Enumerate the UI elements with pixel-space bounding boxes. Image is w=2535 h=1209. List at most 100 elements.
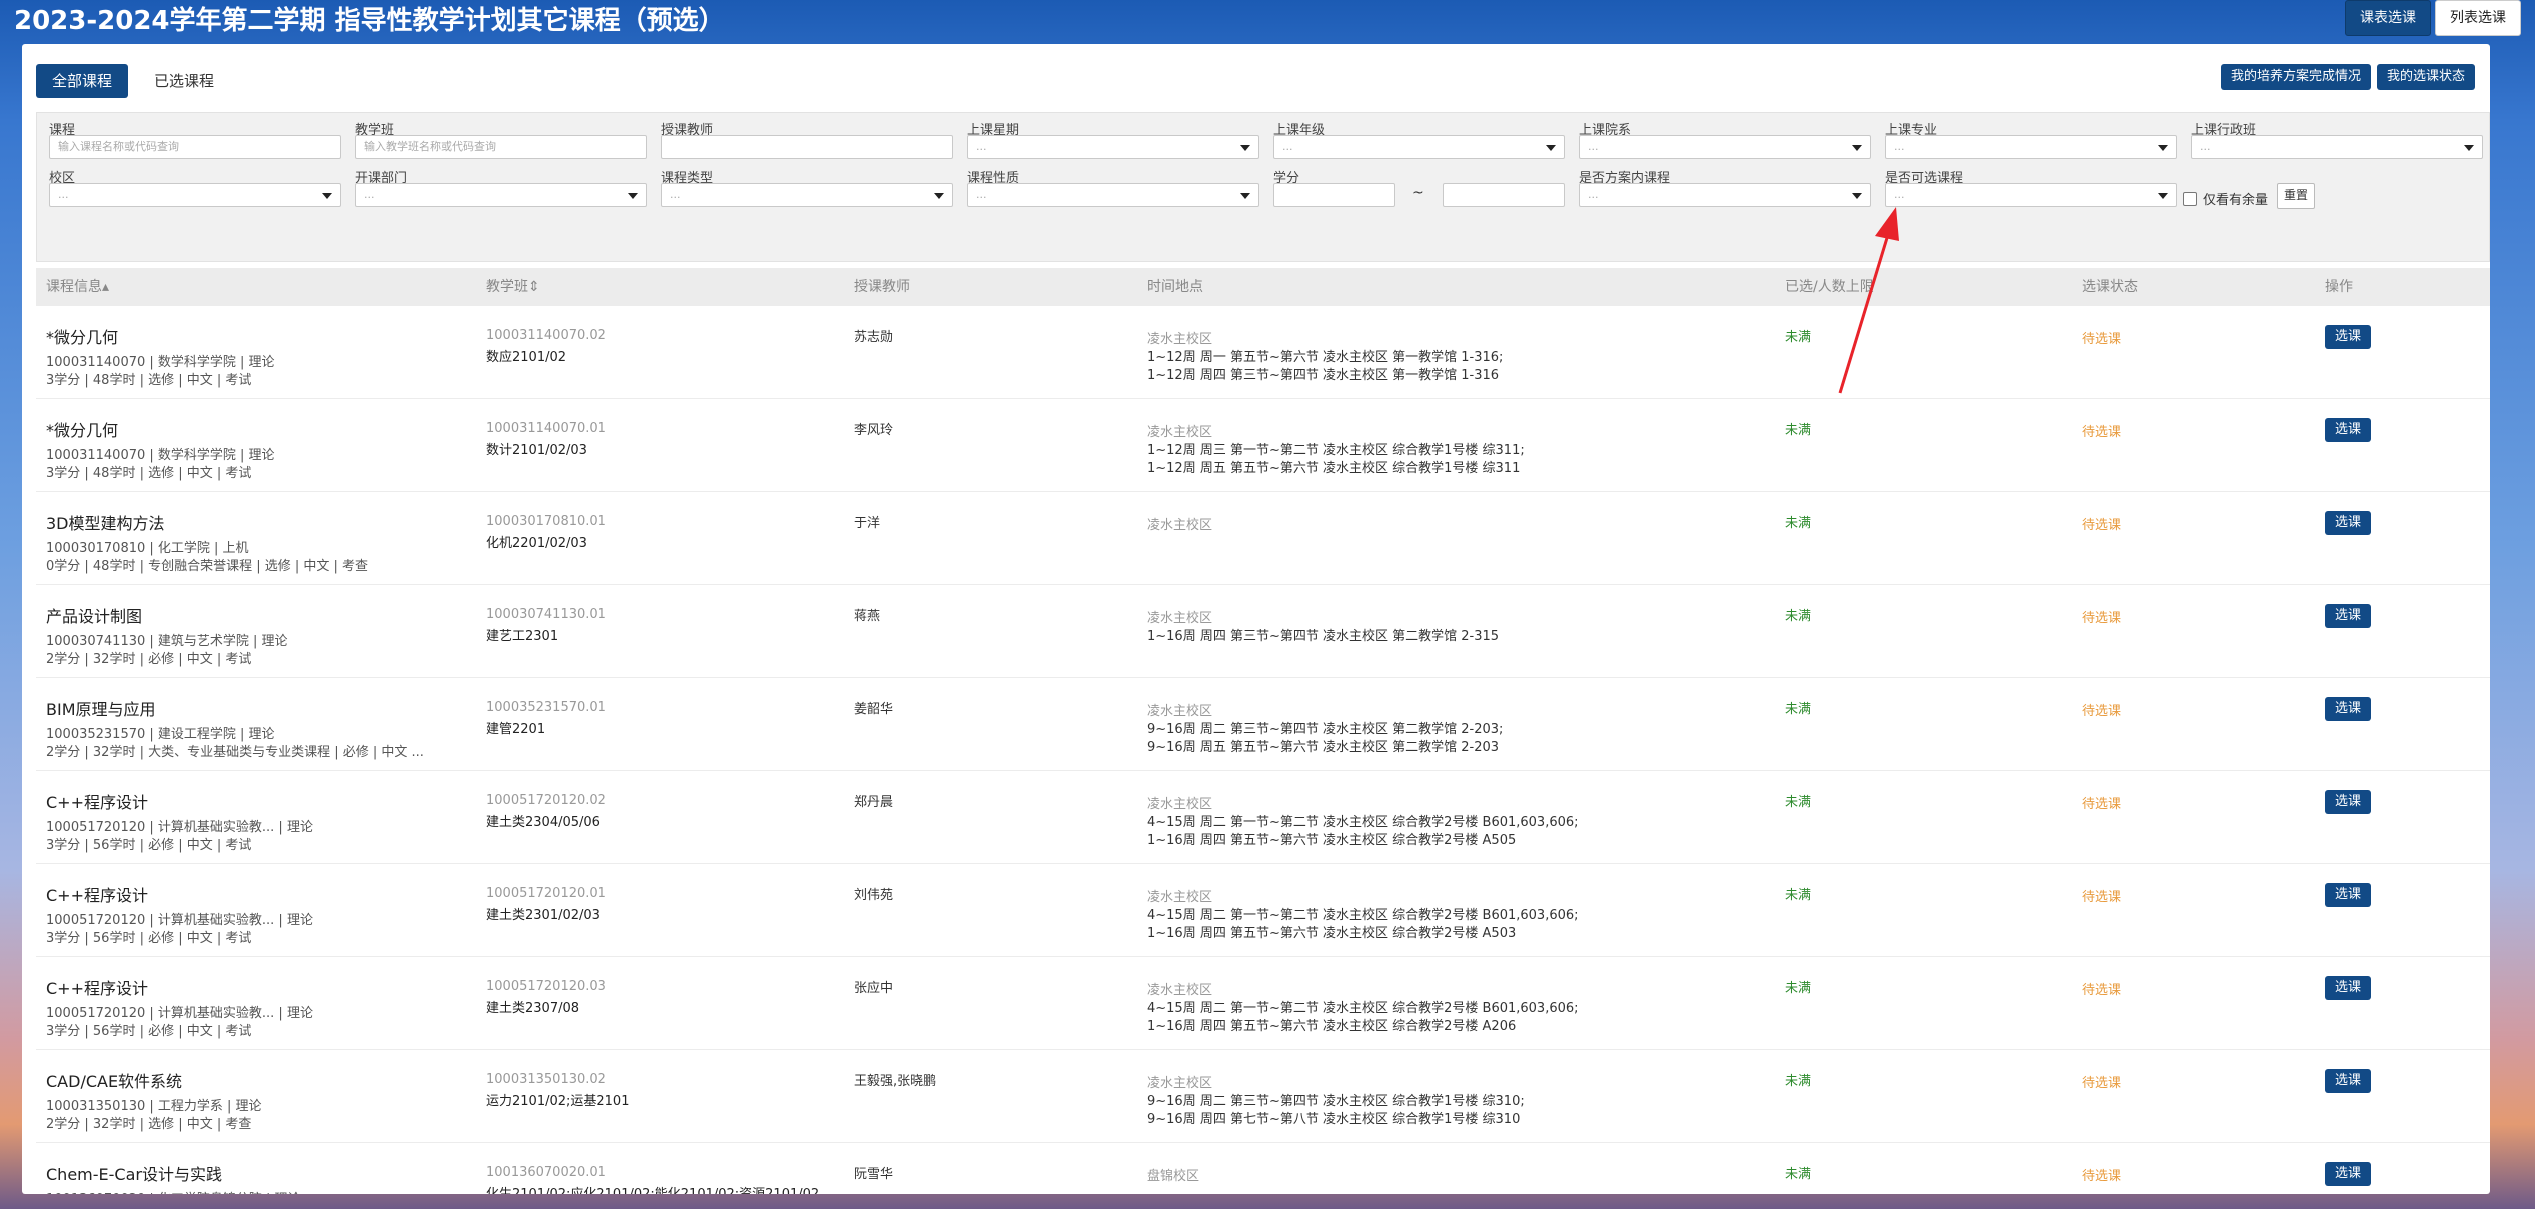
selection-status: 待选课 (2082, 704, 2122, 719)
select-course-button[interactable]: 选课 (2325, 883, 2372, 907)
enrollment-status: 未满 (1785, 516, 1812, 531)
course-name: C++程序设计 (46, 979, 148, 998)
schedule-line-2: 1~16周 周四 第五节~第六节 凌水主校区 综合教学2号楼 A503 (1147, 926, 1517, 941)
header-course-info[interactable]: 课程信息▴ (46, 268, 109, 306)
course-name: CAD/CAE软件系统 (46, 1072, 183, 1091)
select-course-button[interactable]: 选课 (2325, 1162, 2372, 1186)
select-course-button[interactable]: 选课 (2325, 976, 2372, 1000)
view-switch: 课表选课 列表选课 (2345, 0, 2521, 36)
course-credits: 2学分 | 32学时 | 大类、专业基础类与专业类课程 | 必修 | 中文 ..… (46, 745, 424, 760)
class-name: 数计2101/02/03 (486, 443, 587, 458)
course-credits: 3学分 | 48学时 | 选修 | 中文 | 考试 (46, 373, 252, 388)
campus-name: 凌水主校区 (1147, 704, 1213, 719)
course-meta: 100030741130 | 建筑与艺术学院 | 理论 (46, 634, 288, 649)
course-name: C++程序设计 (46, 793, 148, 812)
credits-min-input[interactable] (1273, 183, 1395, 207)
selection-status: 待选课 (2082, 983, 2122, 998)
select-course-button[interactable]: 选课 (2325, 604, 2372, 628)
campus-select[interactable]: ... (49, 183, 341, 207)
tab-selected-courses[interactable]: 已选课程 (138, 64, 230, 98)
select-course-button[interactable]: 选课 (2325, 325, 2372, 349)
table-row: 3D模型建构方法 100030170810 | 化工学院 | 上机 0学分 | 48… (36, 492, 2490, 585)
tab-all-courses[interactable]: 全部课程 (36, 64, 129, 98)
main-panel: 全部课程 已选课程 我的培养方案完成情况 我的选课状态 课程 输入课程名称或代码… (22, 44, 2490, 1194)
select-course-button[interactable]: 选课 (2325, 1069, 2372, 1093)
selection-status: 待选课 (2082, 611, 2122, 626)
schedule-line-1: 4~15周 周二 第一节~第二节 凌水主校区 综合教学2号楼 B601,603,… (1147, 1001, 1579, 1016)
teacher-name: 王毅强,张晓鹏 (854, 1074, 937, 1089)
course-table: 课程信息▴ 教学班⇕ 授课教师 时间地点 已选/人数上限 选课状态 操作 *微分… (36, 268, 2490, 1194)
table-row: C++程序设计 100051720120 | 计算机基础实验教... | 理论 3学… (36, 864, 2490, 957)
enrollment-status: 未满 (1785, 981, 1812, 996)
course-search-input[interactable]: 输入课程名称或代码查询 (49, 135, 341, 159)
header-time-place: 时间地点 (1147, 279, 1203, 295)
selectable-select[interactable]: ... (1885, 183, 2177, 207)
class-code: 100031350130.02 (486, 1072, 606, 1087)
class-code: 100031140070.02 (486, 328, 606, 343)
class-name: 建土类2301/02/03 (486, 908, 600, 923)
teacher-input[interactable] (661, 135, 953, 159)
header-teacher: 授课教师 (854, 279, 910, 295)
teacher-name: 于洋 (854, 516, 881, 531)
class-search-input[interactable]: 输入教学班名称或代码查询 (355, 135, 647, 159)
weekday-select[interactable]: ... (967, 135, 1259, 159)
course-credits: 2学分 | 32学时 | 选修 | 中文 | 考查 (46, 1117, 252, 1132)
table-row: CAD/CAE软件系统 100031350130 | 工程力学系 | 理论 2学分 … (36, 1050, 2490, 1143)
course-nature-select[interactable]: ... (967, 183, 1259, 207)
list-view-button[interactable]: 列表选课 (2435, 0, 2521, 36)
select-course-button[interactable]: 选课 (2325, 511, 2372, 535)
class-code: 100051720120.03 (486, 979, 606, 994)
major-select[interactable]: ... (1885, 135, 2177, 159)
campus-name: 凌水主校区 (1147, 983, 1213, 998)
select-course-button[interactable]: 选课 (2325, 418, 2372, 442)
schedule-line-1: 9~16周 周二 第三节~第四节 凌水主校区 综合教学1号楼 综310; (1147, 1094, 1525, 1109)
course-meta: 100051720120 | 计算机基础实验教... | 理论 (46, 1006, 313, 1021)
admin-class-select[interactable]: ... (2191, 135, 2483, 159)
enrollment-status: 未满 (1785, 1167, 1812, 1182)
only-remaining-toggle[interactable]: 仅看有余量 (2183, 189, 2268, 208)
campus-name: 盘锦校区 (1147, 1169, 1200, 1184)
select-course-button[interactable]: 选课 (2325, 790, 2372, 814)
in-plan-select[interactable]: ... (1579, 183, 1871, 207)
offering-dept-select[interactable]: ... (355, 183, 647, 207)
select-course-button[interactable]: 选课 (2325, 697, 2372, 721)
filter-panel: 课程 输入课程名称或代码查询 教学班 输入教学班名称或代码查询 授课教师 上课星… (36, 112, 2490, 262)
enrollment-status: 未满 (1785, 423, 1812, 438)
class-name: 建土类2304/05/06 (486, 815, 600, 830)
grade-select[interactable]: ... (1273, 135, 1565, 159)
schedule-line-1: 9~16周 周二 第三节~第四节 凌水主校区 第二教学馆 2-203; (1147, 722, 1504, 737)
schedule-line-1: 1~12周 周一 第五节~第六节 凌水主校区 第一教学馆 1-316; (1147, 350, 1504, 365)
selection-status: 待选课 (2082, 890, 2122, 905)
reset-button[interactable]: 重置 (2277, 183, 2316, 209)
schedule-view-button[interactable]: 课表选课 (2345, 0, 2431, 36)
class-name: 运力2101/02;运基2101 (486, 1094, 630, 1109)
schedule-line-2: 1~16周 周四 第五节~第六节 凌水主校区 综合教学2号楼 A505 (1147, 833, 1517, 848)
campus-name: 凌水主校区 (1147, 797, 1213, 812)
course-credits: 3学分 | 56学时 | 必修 | 中文 | 考试 (46, 1024, 252, 1039)
selection-status-button[interactable]: 我的选课状态 (2376, 64, 2475, 90)
plan-progress-button[interactable]: 我的培养方案完成情况 (2220, 64, 2371, 90)
schedule-line-1: 1~12周 周三 第一节~第二节 凌水主校区 综合教学1号楼 综311; (1147, 443, 1525, 458)
schedule-line-1: 4~15周 周二 第一节~第二节 凌水主校区 综合教学2号楼 B601,603,… (1147, 908, 1579, 923)
schedule-line-2: 9~16周 周五 第五节~第六节 凌水主校区 第二教学馆 2-203 (1147, 740, 1500, 755)
class-name: 建土类2307/08 (486, 1001, 580, 1016)
enrollment-status: 未满 (1785, 330, 1812, 345)
course-name: BIM原理与应用 (46, 700, 156, 719)
teacher-name: 阮雪华 (854, 1167, 894, 1182)
course-credits: 2学分 | 32学时 | 必修 | 中文 | 考试 (46, 652, 252, 667)
table-row: BIM原理与应用 100035231570 | 建设工程学院 | 理论 2学分 | … (36, 678, 2490, 771)
department-select[interactable]: ... (1579, 135, 1871, 159)
course-meta: 100031350130 | 工程力学系 | 理论 (46, 1099, 262, 1114)
class-code: 100030741130.01 (486, 607, 606, 622)
only-remaining-checkbox[interactable] (2183, 191, 2197, 206)
course-type-select[interactable]: ... (661, 183, 953, 207)
schedule-line-2: 9~16周 周四 第七节~第八节 凌水主校区 综合教学1号楼 综310 (1147, 1112, 1521, 1127)
campus-name: 凌水主校区 (1147, 611, 1213, 626)
class-code: 100031140070.01 (486, 421, 606, 436)
class-code: 100051720120.01 (486, 886, 606, 901)
teacher-name: 张应中 (854, 981, 894, 996)
selection-status: 待选课 (2082, 425, 2122, 440)
schedule-line-2: 1~16周 周四 第五节~第六节 凌水主校区 综合教学2号楼 A206 (1147, 1019, 1517, 1034)
credits-max-input[interactable] (1443, 183, 1565, 207)
header-class[interactable]: 教学班⇕ (486, 268, 540, 306)
